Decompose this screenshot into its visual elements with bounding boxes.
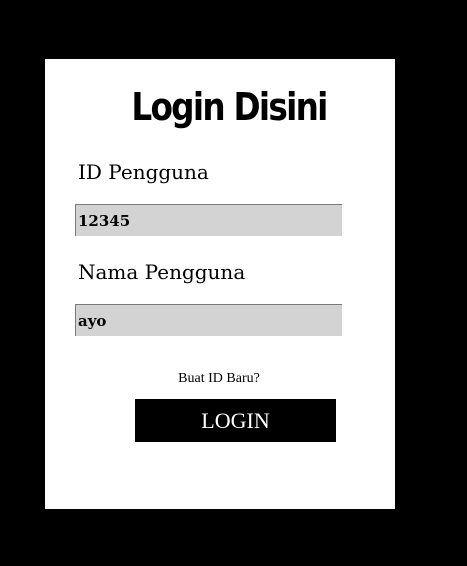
- login-button[interactable]: LOGIN: [135, 399, 336, 442]
- id-label: ID Pengguna: [78, 160, 209, 184]
- name-label: Nama Pengguna: [78, 260, 246, 284]
- name-input[interactable]: [75, 304, 342, 336]
- create-new-id-link[interactable]: Buat ID Baru?: [45, 369, 393, 389]
- login-card: Login Disini ID Pengguna Nama Pengguna B…: [45, 59, 395, 509]
- id-input[interactable]: [75, 204, 342, 236]
- page-title: Login Disini: [131, 85, 328, 129]
